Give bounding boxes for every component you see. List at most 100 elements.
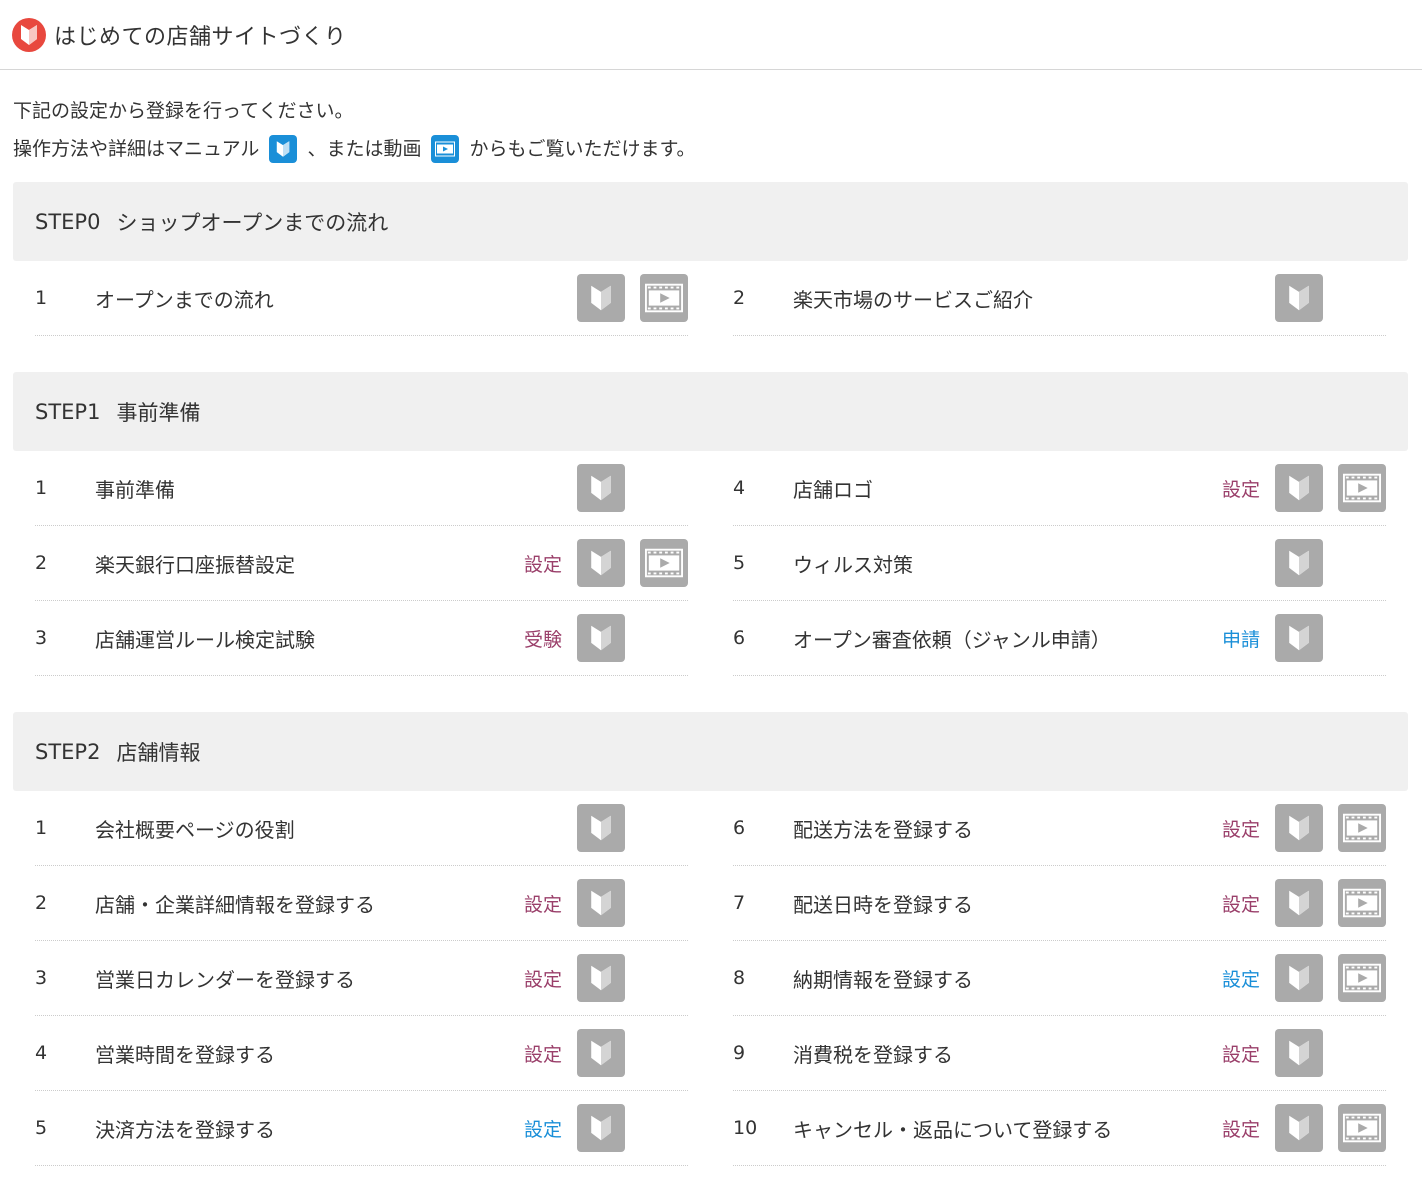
video-button[interactable] [1338, 464, 1386, 512]
beginner-mark-icon [590, 284, 612, 312]
item-action-link[interactable]: 設定 [1222, 965, 1260, 992]
video-button[interactable] [640, 274, 688, 322]
manual-button[interactable] [577, 274, 625, 322]
manual-button[interactable] [1275, 1104, 1323, 1152]
empty-slot [640, 879, 688, 927]
intro-line-2-a: 操作方法や詳細はマニュアル [13, 138, 260, 160]
list-item: 4 営業時間を登録する 設定 [35, 1016, 688, 1091]
item-title: キャンセル・返品について登録する [793, 1117, 1113, 1142]
item-icons [1275, 879, 1386, 927]
list-item: 4 店舗ロゴ 設定 [733, 451, 1386, 526]
beginner-mark-icon [1288, 549, 1310, 577]
step-label: STEP2 [35, 739, 101, 764]
item-title: 事前準備 [95, 477, 175, 502]
film-icon [1343, 963, 1381, 993]
steps-container: STEP0 ショップオープンまでの流れ 1 オープンまでの流れ 2 楽天市場のサービスご紹… [0, 182, 1422, 1166]
item-action-link[interactable]: 設定 [524, 550, 562, 577]
item-title: 会社概要ページの役割 [95, 817, 295, 842]
manual-button[interactable] [1275, 879, 1323, 927]
manual-button[interactable] [1275, 804, 1323, 852]
item-number: 2 [35, 892, 48, 914]
empty-slot [640, 1029, 688, 1077]
list-item: 2 店舗・企業詳細情報を登録する 設定 [35, 866, 688, 941]
item-icons [577, 1029, 688, 1077]
item-icons [1275, 464, 1386, 512]
video-button[interactable] [1338, 804, 1386, 852]
beginner-mark-icon [1288, 1039, 1310, 1067]
item-action-link[interactable]: 設定 [524, 965, 562, 992]
item-action-link[interactable]: 設定 [1222, 475, 1260, 502]
step-column-left: 1 オープンまでの流れ [35, 261, 688, 336]
item-title: ウィルス対策 [793, 552, 913, 577]
manual-button[interactable] [1275, 274, 1323, 322]
manual-button[interactable] [577, 1029, 625, 1077]
item-action-link[interactable]: 受験 [524, 625, 562, 652]
step-header: STEP1 事前準備 [13, 372, 1408, 451]
item-number: 6 [733, 817, 746, 839]
item-icons [577, 614, 688, 662]
film-icon [1343, 473, 1381, 503]
manual-button[interactable] [577, 464, 625, 512]
item-action-link[interactable]: 設定 [1222, 890, 1260, 917]
manual-button[interactable] [1275, 954, 1323, 1002]
manual-button[interactable] [1275, 464, 1323, 512]
item-icons [577, 879, 688, 927]
item-number: 10 [733, 1117, 758, 1139]
step-title: ショップオープンまでの流れ [116, 210, 389, 235]
item-title: 営業時間を登録する [95, 1042, 275, 1067]
manual-button[interactable] [577, 1104, 625, 1152]
manual-button[interactable] [577, 954, 625, 1002]
item-title: 楽天銀行口座振替設定 [95, 552, 295, 577]
film-icon [645, 548, 683, 578]
manual-button[interactable] [1275, 614, 1323, 662]
item-icons [577, 954, 688, 1002]
video-icon[interactable] [431, 135, 460, 163]
item-number: 2 [35, 552, 48, 574]
item-action-link[interactable]: 設定 [524, 890, 562, 917]
item-action-link[interactable]: 設定 [1222, 1115, 1260, 1142]
item-number: 7 [733, 892, 746, 914]
intro-text: 下記の設定から登録を行ってください。 操作方法や詳細はマニュアル 、または動画 … [0, 70, 1422, 168]
item-icons [577, 539, 688, 587]
item-icons [1275, 804, 1386, 852]
video-button[interactable] [640, 539, 688, 587]
item-action-link[interactable]: 申請 [1222, 625, 1260, 652]
step-section: STEP1 事前準備 1 事前準備 2 楽天銀行口座振替設定 設定 3 店舗運営ルール検定試験 受… [13, 372, 1408, 676]
manual-button[interactable] [577, 804, 625, 852]
manual-button[interactable] [577, 614, 625, 662]
manual-button[interactable] [577, 879, 625, 927]
video-button[interactable] [1338, 879, 1386, 927]
list-item: 9 消費税を登録する 設定 [733, 1016, 1386, 1091]
beginner-mark-icon [1288, 889, 1310, 917]
beginner-mark-icon [12, 17, 46, 52]
empty-slot [1338, 274, 1386, 322]
item-icons [1275, 1104, 1386, 1152]
list-item: 8 納期情報を登録する 設定 [733, 941, 1386, 1016]
step-column-right: 2 楽天市場のサービスご紹介 [733, 261, 1386, 336]
manual-button[interactable] [577, 539, 625, 587]
manual-icon[interactable] [269, 135, 298, 163]
video-button[interactable] [1338, 1104, 1386, 1152]
list-item: 1 事前準備 [35, 451, 688, 526]
item-title: 決済方法を登録する [95, 1117, 275, 1142]
step-section: STEP2 店舗情報 1 会社概要ページの役割 2 店舗・企業詳細情報を登録する 設定 3 営業… [13, 712, 1408, 1166]
item-action-link[interactable]: 設定 [1222, 1040, 1260, 1067]
item-icons [1275, 274, 1386, 322]
item-icons [577, 464, 688, 512]
beginner-mark-icon [590, 624, 612, 652]
beginner-mark-icon [1288, 964, 1310, 992]
step-body: 1 事前準備 2 楽天銀行口座振替設定 設定 3 店舗運営ルール検定試験 受験 4 店舗ロゴ 設定 5… [13, 451, 1408, 676]
list-item: 2 楽天銀行口座振替設定 設定 [35, 526, 688, 601]
step-header: STEP0 ショップオープンまでの流れ [13, 182, 1408, 261]
item-number: 3 [35, 967, 48, 989]
item-action-link[interactable]: 設定 [524, 1115, 562, 1142]
manual-button[interactable] [1275, 1029, 1323, 1077]
list-item: 6 配送方法を登録する 設定 [733, 791, 1386, 866]
video-button[interactable] [1338, 954, 1386, 1002]
step-column-right: 6 配送方法を登録する 設定 7 配送日時を登録する 設定 8 納期情報を登録する 設定 9 消費税… [733, 791, 1386, 1166]
item-icons [1275, 614, 1386, 662]
step-column-right: 4 店舗ロゴ 設定 5 ウィルス対策 6 オープン審査依頼（ジャンル申請） 申請 [733, 451, 1386, 676]
manual-button[interactable] [1275, 539, 1323, 587]
item-action-link[interactable]: 設定 [1222, 815, 1260, 842]
item-action-link[interactable]: 設定 [524, 1040, 562, 1067]
